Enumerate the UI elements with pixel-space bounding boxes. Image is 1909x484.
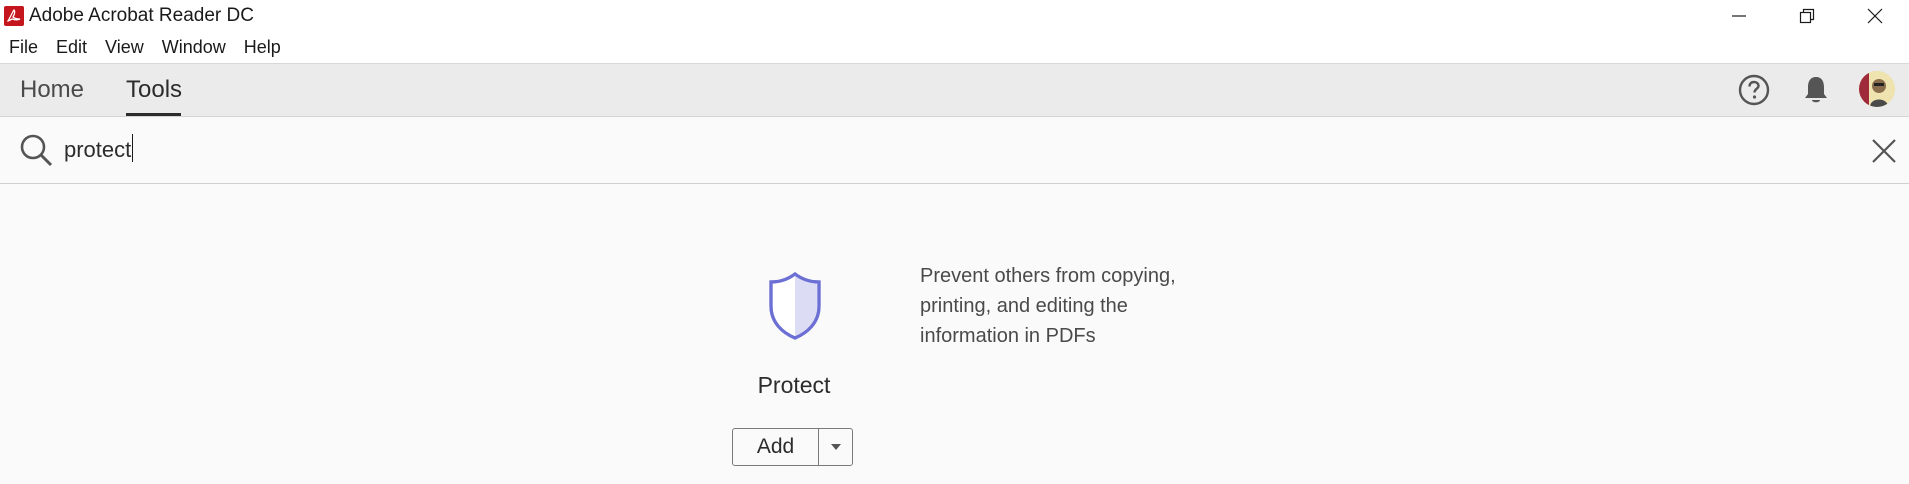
- menu-view[interactable]: View: [96, 32, 153, 63]
- text-caret: [132, 134, 133, 162]
- menu-file[interactable]: File: [0, 32, 47, 63]
- add-tool-group: Add: [732, 428, 853, 466]
- restore-button[interactable]: [1773, 0, 1841, 32]
- tool-search-bar: [0, 117, 1909, 184]
- search-icon: [20, 134, 53, 167]
- menu-window[interactable]: Window: [153, 32, 235, 63]
- tool-description: Prevent others from copying, printing, a…: [920, 265, 1176, 347]
- bell-icon: [1805, 77, 1827, 103]
- minimize-icon: [1732, 15, 1746, 17]
- title-bar: Adobe Acrobat Reader DC: [0, 0, 1909, 32]
- tab-tools[interactable]: Tools: [126, 64, 182, 116]
- active-tab-indicator: [126, 113, 181, 116]
- help-icon: [1738, 74, 1770, 106]
- menu-bar: File Edit View Window Help: [0, 32, 1909, 64]
- tab-bar: Home Tools: [0, 64, 1909, 117]
- user-avatar-icon: [1859, 71, 1895, 107]
- chevron-down-icon: [830, 444, 841, 450]
- close-icon[interactable]: [1871, 138, 1897, 164]
- menu-help[interactable]: Help: [235, 32, 290, 63]
- add-dropdown-button[interactable]: [819, 429, 852, 465]
- notifications-button[interactable]: [1798, 72, 1834, 108]
- tab-home[interactable]: Home: [20, 64, 84, 116]
- avatar[interactable]: [1859, 71, 1895, 107]
- app-title: Adobe Acrobat Reader DC: [29, 5, 254, 26]
- minimize-button[interactable]: [1705, 0, 1773, 32]
- help-button[interactable]: [1736, 72, 1772, 108]
- close-window-button[interactable]: [1841, 0, 1909, 32]
- tool-result-card: Protect Prevent others from copying, pri…: [720, 255, 1260, 475]
- menu-edit[interactable]: Edit: [47, 32, 96, 63]
- acrobat-logo-icon: [4, 6, 24, 26]
- shield-icon[interactable]: [767, 271, 823, 341]
- tool-name[interactable]: Protect: [720, 372, 868, 399]
- add-button[interactable]: Add: [733, 429, 819, 465]
- search-input[interactable]: [64, 131, 1844, 169]
- close-icon: [1867, 8, 1883, 24]
- restore-icon: [1799, 8, 1815, 24]
